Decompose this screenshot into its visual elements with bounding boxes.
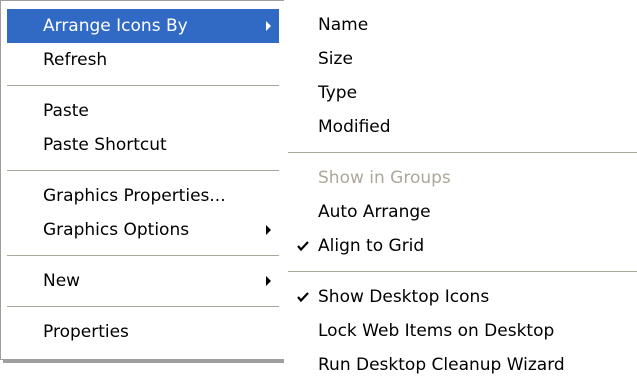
submenu-item-lock-web-items[interactable]: Lock Web Items on Desktop	[284, 314, 637, 348]
menu-item-label: Align to Grid	[318, 236, 425, 256]
menu-separator	[288, 271, 637, 272]
menu-item-label: Refresh	[43, 50, 108, 70]
chevron-right-icon	[266, 21, 271, 31]
menu-item-new[interactable]: New	[7, 264, 279, 298]
submenu-item-show-in-groups: Show in Groups	[284, 161, 637, 195]
submenu-item-modified[interactable]: Modified	[284, 110, 637, 144]
menu-item-label: Arrange Icons By	[43, 16, 188, 36]
submenu-item-size[interactable]: Size	[284, 42, 637, 76]
menu-item-label: Name	[318, 15, 369, 35]
menu-separator	[7, 170, 279, 171]
menu-item-label: Graphics Options	[43, 220, 190, 240]
menu-item-paste[interactable]: Paste	[7, 94, 279, 128]
submenu-item-type[interactable]: Type	[284, 76, 637, 110]
menu-item-label: Auto Arrange	[318, 202, 431, 222]
menu-item-label: Size	[318, 49, 353, 69]
submenu-item-run-cleanup-wizard[interactable]: Run Desktop Cleanup Wizard	[284, 348, 637, 378]
menu-item-paste-shortcut[interactable]: Paste Shortcut	[7, 128, 279, 162]
menu-item-label: Modified	[318, 117, 391, 137]
menu-item-properties[interactable]: Properties	[7, 315, 279, 349]
menu-item-label: Type	[318, 83, 358, 103]
submenu-item-align-to-grid[interactable]: Align to Grid	[284, 229, 637, 263]
chevron-right-icon	[266, 225, 271, 235]
desktop-context-menu: Arrange Icons By Refresh Paste Paste Sho…	[0, 0, 286, 360]
menu-item-label: New	[43, 271, 81, 291]
menu-item-graphics-options[interactable]: Graphics Options	[7, 213, 279, 247]
menu-item-refresh[interactable]: Refresh	[7, 43, 279, 77]
desktop-background: Arrange Icons By Refresh Paste Paste Sho…	[0, 0, 637, 378]
check-icon	[296, 290, 310, 304]
menu-item-graphics-properties[interactable]: Graphics Properties...	[7, 179, 279, 213]
menu-separator	[7, 85, 279, 86]
menu-separator	[7, 255, 279, 256]
menu-separator	[288, 152, 637, 153]
submenu-item-show-desktop-icons[interactable]: Show Desktop Icons	[284, 280, 637, 314]
menu-item-label: Show Desktop Icons	[318, 287, 490, 307]
menu-item-label: Paste Shortcut	[43, 135, 167, 155]
submenu-item-name[interactable]: Name	[284, 8, 637, 42]
check-icon	[296, 239, 310, 253]
menu-item-label: Run Desktop Cleanup Wizard	[318, 355, 565, 375]
menu-item-label: Graphics Properties...	[43, 186, 226, 206]
arrange-icons-submenu: Name Size Type Modified Show in Groups A…	[284, 0, 637, 378]
submenu-item-auto-arrange[interactable]: Auto Arrange	[284, 195, 637, 229]
menu-item-arrange-icons-by[interactable]: Arrange Icons By	[7, 9, 279, 43]
menu-item-label: Paste	[43, 101, 89, 121]
menu-separator	[7, 306, 279, 307]
menu-item-label: Properties	[43, 322, 129, 342]
menu-item-label: Show in Groups	[318, 168, 451, 188]
chevron-right-icon	[266, 276, 271, 286]
menu-item-label: Lock Web Items on Desktop	[318, 321, 555, 341]
